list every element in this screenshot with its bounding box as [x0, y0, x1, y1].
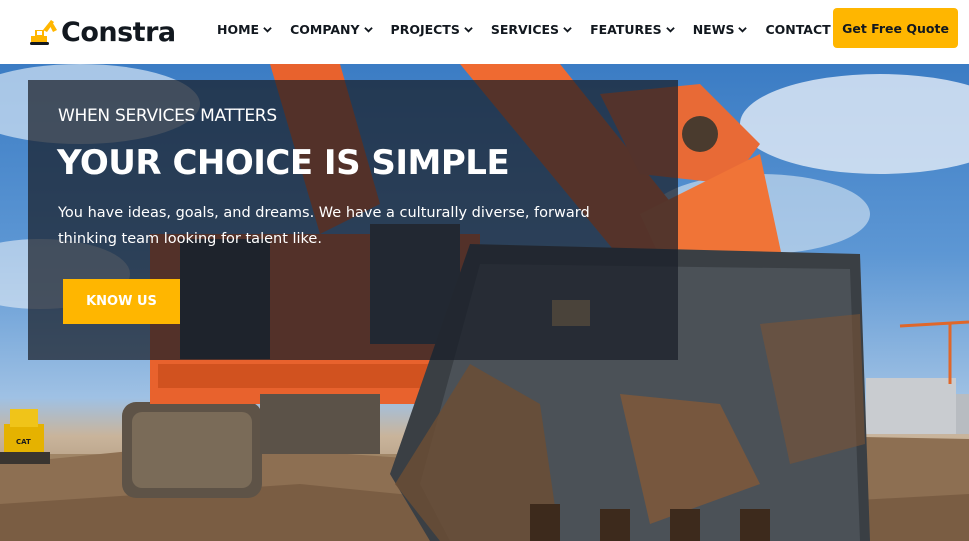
- chevron-down-icon: [363, 26, 373, 33]
- nav-item-label: NEWS: [692, 21, 735, 37]
- nav-item-label: PROJECTS: [390, 21, 460, 37]
- chevron-down-icon: [563, 26, 572, 33]
- chevron-down-icon: [665, 26, 675, 33]
- hero-caption-box: WHEN SERVICES MATTERS YOUR CHOICE IS SIM…: [28, 80, 678, 360]
- nav-item-services[interactable]: SERVICES: [491, 22, 572, 37]
- nav-item-contact[interactable]: CONTACT: [765, 22, 830, 37]
- site-logo[interactable]: Constra: [27, 12, 176, 52]
- nav-item-company[interactable]: COMPANY: [290, 21, 373, 37]
- chevron-down-icon: [464, 26, 473, 33]
- brand-name: Constra: [61, 16, 176, 48]
- nav-item-home[interactable]: HOME: [217, 22, 272, 37]
- chevron-down-icon: [263, 26, 272, 33]
- hero-lead-text: You have ideas, goals, and dreams. We ha…: [58, 205, 590, 247]
- excavator-logo-icon: [30, 20, 57, 45]
- hero-banner: CAT WHEN SERVICES MATTERS YOUR CHOICE IS: [0, 64, 969, 541]
- nav-item-label: COMPANY: [290, 21, 360, 37]
- chevron-down-icon: [738, 26, 748, 33]
- nav-item-projects[interactable]: PROJECTS: [391, 22, 473, 37]
- machine-brand-label: CAT: [16, 438, 31, 446]
- site-header: Constra HOME COMPANY PROJECTS SERVICES F…: [0, 0, 969, 64]
- nav-item-label: SERVICES: [490, 21, 560, 37]
- nav-item-label: CONTACT: [765, 21, 831, 37]
- nav-item-features[interactable]: FEATURES: [590, 22, 675, 37]
- hero-kicker: WHEN SERVICES MATTERS: [58, 106, 277, 126]
- get-free-quote-button[interactable]: Get Free Quote: [833, 8, 958, 48]
- main-nav: HOME COMPANY PROJECTS SERVICES FEATURES …: [217, 0, 849, 58]
- nav-item-label: HOME: [217, 21, 260, 37]
- know-us-button[interactable]: KNOW US: [63, 279, 180, 324]
- hero-headline: YOUR CHOICE IS SIMPLE: [57, 143, 510, 183]
- nav-item-news[interactable]: NEWS: [693, 22, 748, 37]
- nav-item-label: FEATURES: [590, 21, 662, 37]
